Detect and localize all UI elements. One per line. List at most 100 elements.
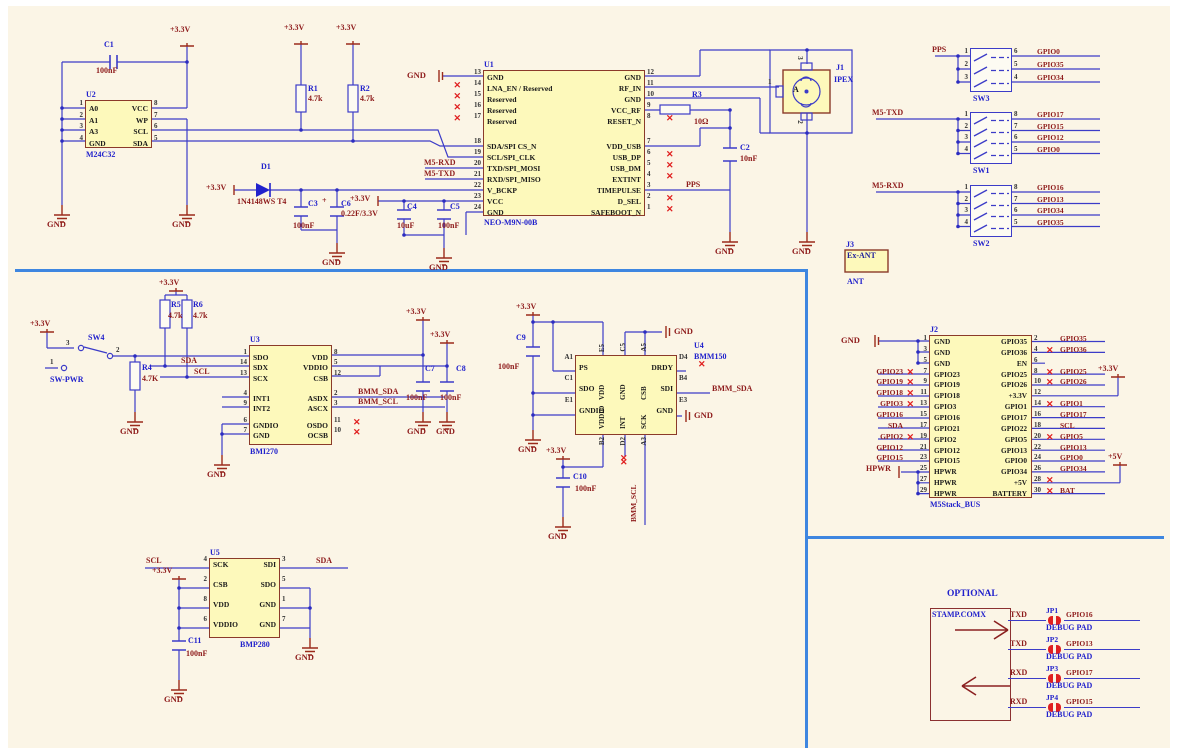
power-3v3: +3.3V [350, 194, 370, 203]
power-3v3: +3.3V [170, 25, 190, 34]
bus-pin-row: GPIO1523 GPIO15GPIO0 24GPIO0 [930, 456, 1031, 467]
val-r5: 4.7k [168, 311, 182, 320]
switch-row[interactable]: 3 6GPIO34 [971, 210, 1011, 222]
chip-u3-imu[interactable]: U3 1SDO14SDX13SCX 4INT19INT2 6GNDIO7GND … [249, 345, 332, 445]
pin-row: 6GNDIO [250, 420, 291, 431]
ref-sw1: SW1 [973, 166, 989, 175]
no-connect-x: ✕ [620, 453, 628, 464]
net-pps: PPS [686, 180, 700, 189]
wire [1008, 678, 1046, 679]
net-scl: SCL [146, 556, 162, 565]
switch-pole-icon [973, 150, 1011, 161]
switch-row[interactable]: 2 5GPIO35 [971, 64, 1011, 77]
debug-pad-row[interactable]: RXD JP4 GPIO15 DEBUG PAD [1008, 694, 1158, 723]
chip-u1-gps[interactable]: U1 13GND✕14LNA_EN / Reserved✕15Reserved✕… [483, 70, 645, 216]
ref-c5: C5 [450, 202, 460, 211]
val-c11: 100nF [186, 649, 207, 658]
net-bmm-scl: BMM_SCL [358, 397, 398, 406]
gpio-net-label: GPIO17 [1066, 668, 1093, 677]
switch-row[interactable]: 1 8GPIO17 [971, 114, 1011, 126]
switch-row[interactable]: 3 4GPIO34 [971, 77, 1011, 90]
pin-row: 21RXD/SPI_MISO [484, 174, 564, 185]
ref-d1: D1 [261, 162, 271, 171]
switch-pole-icon [973, 127, 1011, 138]
power-3v3: +3.3V [284, 23, 304, 32]
ref-r5: R5 [171, 300, 181, 309]
gnd-label: GND [295, 652, 314, 662]
switch-row[interactable]: 3 6GPIO12 [971, 137, 1011, 149]
bus-pin-row: 5 GNDEN 6 [930, 359, 1031, 370]
power-3v3: +3.3V [152, 566, 172, 575]
pin-row: 13SCX [250, 373, 291, 384]
gnd-label: GND [407, 426, 426, 436]
switch-sw2[interactable]: 1 8GPIO16 2 7GPIO13 3 6GPIO34 4 5GPIO35 … [970, 185, 1012, 237]
pin-row: RF_IN11 [564, 83, 644, 94]
bus-pin-row: 1 GNDGPIO35 2GPIO35 [930, 337, 1031, 348]
ref-r1: R1 [308, 84, 318, 93]
ref-c3: C3 [308, 199, 318, 208]
power-3v3: +3.3V [159, 278, 179, 287]
schematic-canvas: U2 1A02A13A34GND VCC8WP7SCL6SDA5 M24C32 … [0, 0, 1200, 752]
pin-row: 22V_B​CKP [484, 185, 564, 196]
power-3v3: +3.3V [336, 23, 356, 32]
ref-sw3: SW3 [973, 94, 989, 103]
pin-row: DRDYD4✕ [626, 362, 676, 384]
wire [1008, 707, 1046, 708]
pin-row: 19SCL/SPI_CLK [484, 152, 564, 163]
switch-row[interactable]: 1 6GPIO0 [971, 51, 1011, 64]
optional-title: OPTIONAL [947, 589, 998, 599]
debug-pad-row[interactable]: TXD JP2 GPIO13 DEBUG PAD [1008, 636, 1158, 665]
switch-row[interactable]: 4 5GPIO35 [971, 222, 1011, 234]
power-3v3: +3.3V [430, 330, 450, 339]
stamp-box[interactable]: STAMP.COMX [930, 608, 1011, 721]
switch-row[interactable]: 2 7GPIO15 [971, 126, 1011, 138]
ref-c4: C4 [407, 202, 417, 211]
val-d1: 1N4148WS T4 [237, 197, 286, 206]
name-j2: M5Stack_BUS [930, 500, 980, 509]
pin-row: TIMEPULSE3 [564, 185, 644, 196]
chip-u2-eeprom[interactable]: U2 1A02A13A34GND VCC8WP7SCL6SDA5 M24C32 [85, 100, 152, 148]
pin-row: D_SEL2✕ [564, 196, 644, 207]
signal-label: TXD [1010, 639, 1027, 648]
pin-row: GND1 [245, 599, 280, 619]
power-5v: +5V [1108, 452, 1122, 461]
name-u2: M24C32 [86, 150, 115, 159]
name-j1: IPEX [834, 75, 853, 84]
ref-u4: U4 [694, 341, 704, 350]
bus-pin-row: SDA17 GPIO21GPIO22 18SCL [930, 424, 1031, 435]
switch-sw1[interactable]: 1 8GPIO17 2 7GPIO15 3 6GPIO12 4 5GPIO0 S… [970, 112, 1012, 164]
ref-j1: J1 [836, 63, 844, 72]
pin-row: VDD8 [291, 352, 332, 363]
gnd-label: GND [164, 694, 183, 704]
signal-label: RXD [1010, 668, 1027, 677]
gpio-net-label: GPIO13 [1066, 639, 1093, 648]
switch-row[interactable]: 1 8GPIO16 [971, 187, 1011, 199]
sw4-pin1: 1 [50, 358, 54, 366]
val-c4: 10uF [397, 221, 414, 230]
pin-row: 1A0 [86, 103, 119, 115]
pin-row: GND7 [245, 619, 280, 639]
switch-pole-icon [973, 188, 1011, 199]
bus-pin-row: 25 HPWRGPIO34 26GPIO34 [930, 467, 1031, 478]
debug-pad-row[interactable]: TXD JP1 GPIO16 DEBUG PAD [1008, 607, 1158, 636]
connector-j2-bus[interactable]: J2 1 GNDGPIO35 2GPIO35 3 GNDGPIO36 4✕GPI… [929, 335, 1032, 498]
bus-pin-row: GPIO1615 GPIO16GPIO17 16GPIO17 [930, 413, 1031, 424]
debug-pad-row[interactable]: RXD JP3 GPIO17 DEBUG PAD [1008, 665, 1158, 694]
j3-box-label[interactable]: Ex-ANT [847, 251, 876, 260]
gnd-label: GND [518, 444, 537, 454]
switch-row[interactable]: 4 5GPIO0 [971, 149, 1011, 161]
pin-row: USB_DM5✕ [564, 163, 644, 174]
ref-c9: C9 [516, 333, 526, 342]
net-pps: PPS [932, 45, 946, 54]
pin-row: SAFEBOOT_N1✕ [564, 207, 644, 218]
chip-u5-barometer[interactable]: U5 4SCK2CSB8VDD6VDDIO SDI3SDO5GND1GND7 B… [209, 558, 280, 638]
gnd-label: GND [207, 469, 226, 479]
val-r6: 4.7k [193, 311, 207, 320]
power-3v3: +3.3V [546, 446, 566, 455]
pin-row: GND12 [564, 72, 644, 83]
chip-u4-magnetometer[interactable]: A1PSC1SDOE1GNDIO DRDYD4✕SDIB4GNDE3 E5VDD… [575, 355, 677, 435]
net-m5txd: M5-TXD [424, 169, 455, 178]
switch-sw3[interactable]: 1 6GPIO0 2 5GPIO35 3 4GPIO34 SW3 [970, 48, 1012, 92]
switch-pole-icon [973, 138, 1011, 149]
switch-row[interactable]: 2 7GPIO13 [971, 199, 1011, 211]
